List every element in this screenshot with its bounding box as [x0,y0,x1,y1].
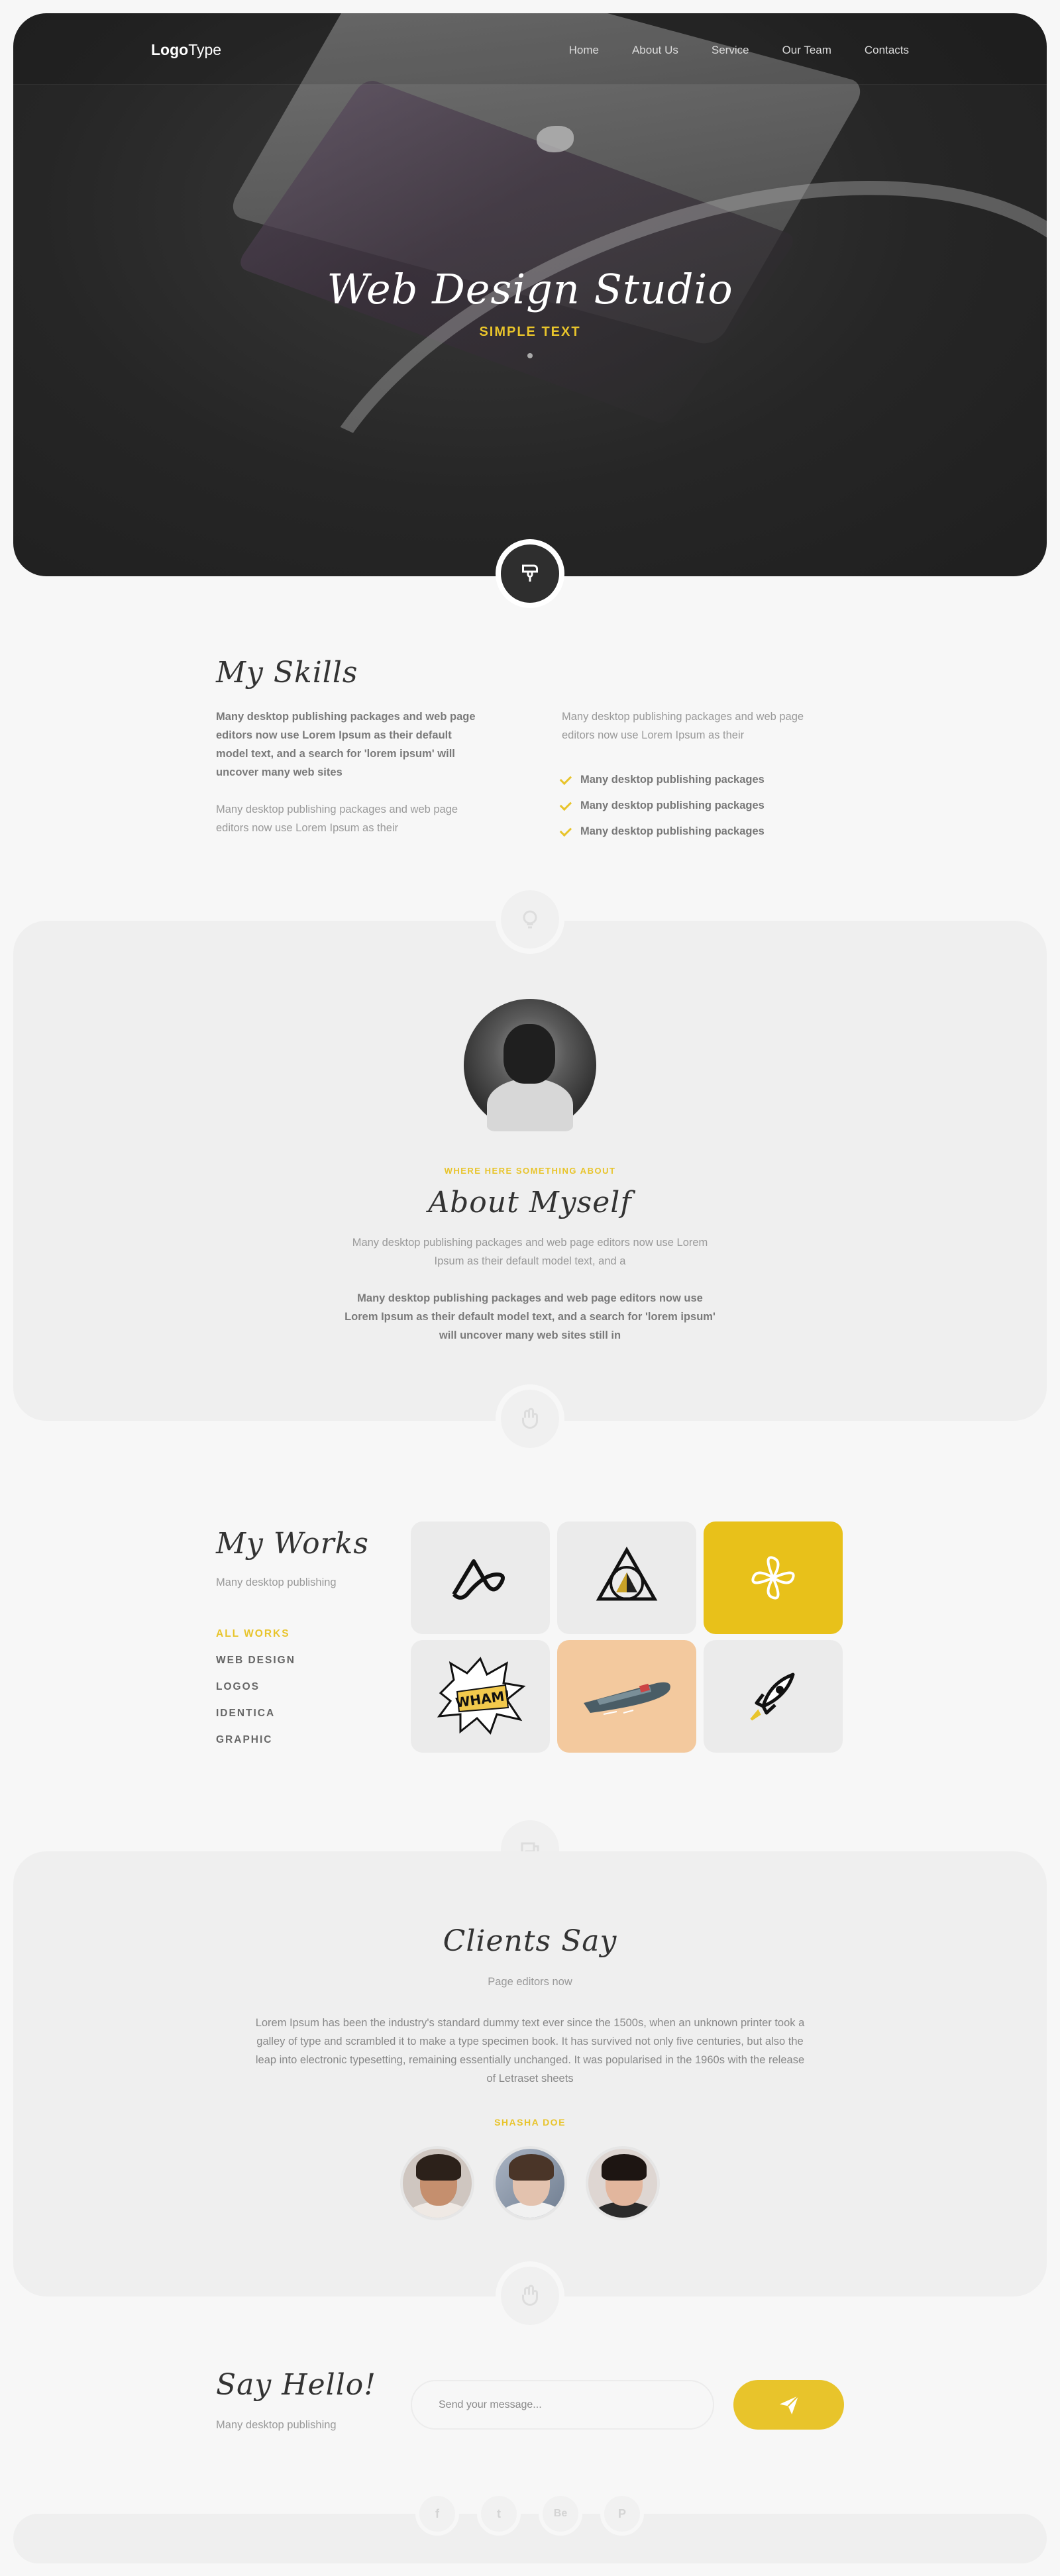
client-avatar[interactable] [493,2146,567,2220]
testimonial-quote: Lorem Ipsum has been the industry's stan… [255,2017,805,2085]
propeller-logo-icon [751,1556,795,1600]
scroll-down-badge[interactable] [496,539,564,608]
avatar-hair-shape [602,2154,647,2181]
portfolio-tile[interactable]: WHAM! [411,1640,550,1753]
section-badge [496,1384,564,1453]
avatar-hair-shape [416,2154,461,2181]
clients-title: Clients Say [443,1924,617,1958]
about-paragraph-2: Many desktop publishing packages and web… [344,1292,716,1341]
hero-subtitle: SIMPLE TEXT [479,325,581,339]
check-icon [559,798,572,811]
avatar-hair-shape [509,2154,554,2181]
contact-title: Say Hello! [216,2368,376,2402]
portfolio-tile[interactable] [704,1640,843,1753]
behance-icon[interactable]: Be [539,2492,582,2536]
list-item-label: Many desktop publishing packages [580,799,765,811]
skills-paragraph-3: Many desktop publishing packages and web… [562,711,804,741]
logo-light-text: Type [188,41,222,58]
nav-our-team[interactable]: Our Team [782,44,831,57]
works-subtitle: Many desktop publishing [216,1576,337,1588]
nav-contacts[interactable]: Contacts [865,44,909,57]
logo[interactable]: LogoType [151,41,221,59]
clients-subtitle: Page editors now [488,1976,572,1988]
portfolio-tile[interactable] [557,1640,696,1753]
portfolio-tile[interactable] [704,1521,843,1634]
list-item-label: Many desktop publishing packages [580,825,765,837]
list-item-label: Many desktop publishing packages [580,774,765,786]
testimonial-author: SHASHA DOE [494,2117,566,2128]
message-input[interactable] [411,2380,714,2430]
facebook-icon[interactable]: f [415,2492,459,2536]
nav-service[interactable]: Service [712,44,749,57]
section-badge [496,885,564,954]
about-title: About Myself [428,1186,632,1219]
main-nav: Home About Us Service Our Team Contacts [569,44,909,57]
list-item: Many desktop publishing packages [559,793,765,819]
client-avatar[interactable] [400,2146,474,2220]
slider-dot[interactable] [527,353,533,358]
hand-icon [522,1408,538,1429]
works-filter-list: ALL WORKS WEB DESIGN LOGOS IDENTICA GRAP… [216,1628,295,1761]
hand-icon [522,2285,538,2306]
avatar [464,999,596,1131]
list-item: Many desktop publishing packages [559,819,765,845]
hero-section: LogoType Home About Us Service Our Team … [13,13,1047,576]
top-navbar: LogoType Home About Us Service Our Team … [13,13,1047,85]
filter-graphic[interactable]: GRAPHIC [216,1734,295,1761]
filter-identica[interactable]: IDENTICA [216,1708,295,1734]
avatar-head-shape [504,1024,555,1084]
skills-title: My Skills [216,656,358,690]
works-title: My Works [216,1527,369,1561]
paper-plane-icon [779,2395,799,2414]
contact-subtitle: Many desktop publishing [216,2419,337,2431]
footer [13,2514,1047,2563]
nav-home[interactable]: Home [569,44,599,57]
portfolio-tile[interactable] [557,1521,696,1634]
wave-knot-logo-icon [452,1559,505,1600]
nav-about-us[interactable]: About Us [632,44,678,57]
logo-bold-text: Logo [151,41,189,58]
idea-icon [523,910,537,929]
send-button[interactable] [733,2380,844,2430]
apple-logo-icon [537,126,574,152]
about-kicker: WHERE HERE SOMETHING ABOUT [444,1166,616,1176]
twitter-icon[interactable]: t [477,2492,521,2536]
list-item: Many desktop publishing packages [559,767,765,793]
portfolio-tile[interactable] [411,1521,550,1634]
avatar-body-shape [487,1078,573,1131]
brush-icon [522,564,538,582]
skills-paragraph-2: Many desktop publishing packages and web… [216,803,458,834]
filter-web-design[interactable]: WEB DESIGN [216,1655,295,1681]
skills-paragraph-1: Many desktop publishing packages and web… [216,711,476,778]
section-badge [496,2261,564,2330]
check-icon [559,772,572,785]
client-avatar[interactable] [586,2146,660,2220]
skills-list: Many desktop publishing packages Many de… [559,767,765,845]
wham-comic-icon: WHAM! [437,1657,526,1735]
filter-logos[interactable]: LOGOS [216,1681,295,1708]
boat-illustration-icon [584,1682,670,1715]
check-icon [559,824,572,837]
rocket-icon [750,1673,795,1721]
filter-all-works[interactable]: ALL WORKS [216,1628,295,1655]
hero-title: Web Design Studio [327,265,733,313]
about-paragraph-1: Many desktop publishing packages and web… [352,1237,708,1267]
pinterest-icon[interactable]: P [600,2492,644,2536]
triangle-circle-logo-icon [596,1546,658,1601]
